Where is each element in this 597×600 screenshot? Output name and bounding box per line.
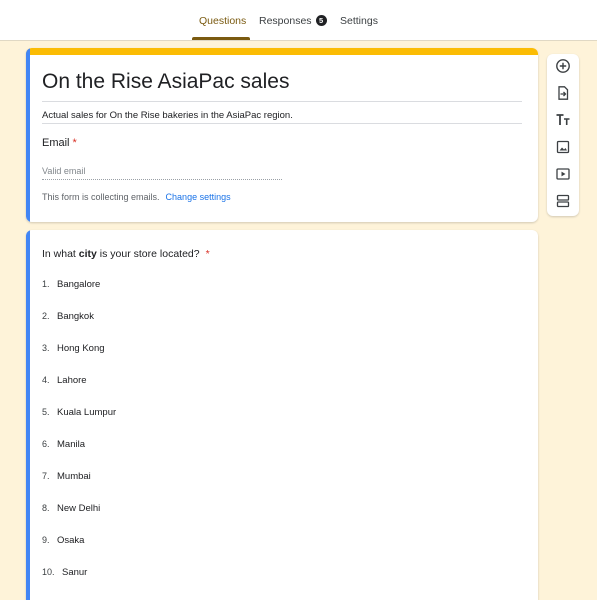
option-label: Manila bbox=[57, 439, 85, 450]
responses-count-badge: 5 bbox=[315, 15, 327, 26]
add-section-button[interactable] bbox=[553, 191, 573, 211]
option-number: 3. bbox=[42, 343, 50, 353]
form-title[interactable]: On the Rise AsiaPac sales bbox=[42, 70, 289, 94]
list-item[interactable]: 8. New Delhi bbox=[42, 503, 100, 514]
email-field[interactable] bbox=[42, 163, 282, 180]
option-label: Mumbai bbox=[57, 471, 91, 482]
add-video-button[interactable] bbox=[553, 164, 573, 184]
add-title-icon bbox=[556, 114, 570, 125]
list-item[interactable]: 10. Sanur bbox=[42, 567, 87, 578]
list-item[interactable]: 7. Mumbai bbox=[42, 471, 91, 482]
question-card[interactable]: In what city is your store located? * 1. B… bbox=[26, 230, 538, 600]
list-item[interactable]: 2. Bangkok bbox=[42, 311, 94, 322]
change-settings-link[interactable]: Change settings bbox=[166, 192, 231, 202]
tab-settings-label: Settings bbox=[340, 15, 378, 27]
import-questions-button[interactable] bbox=[553, 83, 573, 103]
option-label: Lahore bbox=[57, 375, 87, 386]
question-title: In what city is your store located? * bbox=[42, 248, 210, 260]
email-question-label: Email * bbox=[42, 137, 77, 149]
option-number: 1. bbox=[42, 279, 50, 289]
top-tab-bar: Questions Responses 5 Settings bbox=[0, 0, 597, 41]
option-label: Bangalore bbox=[57, 279, 101, 290]
option-number: 6. bbox=[42, 439, 50, 449]
option-number: 2. bbox=[42, 311, 50, 321]
question-text-after: is your store located? bbox=[96, 248, 200, 260]
tab-questions-label: Questions bbox=[199, 15, 247, 27]
option-label: New Delhi bbox=[57, 503, 101, 514]
add-image-button[interactable] bbox=[553, 137, 573, 157]
option-label: Bangkok bbox=[57, 311, 94, 322]
question-text-before: In what bbox=[42, 248, 79, 260]
tab-settings[interactable]: Settings bbox=[340, 15, 378, 39]
collecting-emails-note: This form is collecting emails. Change se… bbox=[42, 192, 231, 202]
list-item[interactable]: 1. Bangalore bbox=[42, 279, 100, 290]
import-questions-icon bbox=[558, 86, 569, 100]
description-divider bbox=[42, 123, 522, 124]
active-tab-indicator bbox=[192, 37, 250, 40]
add-section-icon bbox=[556, 194, 570, 208]
option-label: Osaka bbox=[57, 535, 85, 546]
form-header-card[interactable]: On the Rise AsiaPac sales Actual sales f… bbox=[26, 48, 538, 222]
add-title-button[interactable] bbox=[553, 110, 573, 130]
tab-responses-label: Responses bbox=[259, 15, 312, 27]
add-question-icon bbox=[556, 59, 570, 73]
question-text-bold: city bbox=[78, 248, 97, 260]
list-item[interactable]: 5. Kuala Lumpur bbox=[42, 407, 116, 418]
option-label: Kuala Lumpur bbox=[57, 407, 117, 418]
floating-toolbar bbox=[547, 54, 579, 216]
required-asterisk: * bbox=[205, 248, 210, 260]
list-item[interactable]: 9. Osaka bbox=[42, 535, 84, 546]
option-label: Hong Kong bbox=[57, 343, 105, 354]
add-image-icon bbox=[556, 140, 570, 154]
tab-questions[interactable]: Questions bbox=[199, 15, 246, 39]
option-number: 10. bbox=[42, 567, 55, 577]
focus-indicator bbox=[26, 230, 30, 600]
option-number: 7. bbox=[42, 471, 50, 481]
form-description[interactable]: Actual sales for On the Rise bakeries in… bbox=[42, 110, 293, 121]
add-question-button[interactable] bbox=[553, 56, 573, 76]
list-item[interactable]: 4. Lahore bbox=[42, 375, 87, 386]
tab-responses[interactable]: Responses 5 bbox=[259, 15, 327, 39]
header-color-strip bbox=[26, 48, 538, 55]
option-number: 4. bbox=[42, 375, 50, 385]
add-video-icon bbox=[556, 168, 570, 180]
title-divider bbox=[42, 101, 522, 102]
list-item[interactable]: 6. Manila bbox=[42, 439, 85, 450]
option-label: Sanur bbox=[62, 567, 88, 578]
collecting-emails-text: This form is collecting emails. bbox=[42, 192, 160, 202]
option-number: 8. bbox=[42, 503, 50, 513]
option-number: 5. bbox=[42, 407, 50, 417]
required-asterisk: * bbox=[72, 137, 77, 149]
focus-indicator bbox=[26, 48, 30, 222]
list-item[interactable]: 3. Hong Kong bbox=[42, 343, 105, 354]
email-label-text: Email bbox=[42, 137, 70, 149]
option-number: 9. bbox=[42, 535, 50, 545]
